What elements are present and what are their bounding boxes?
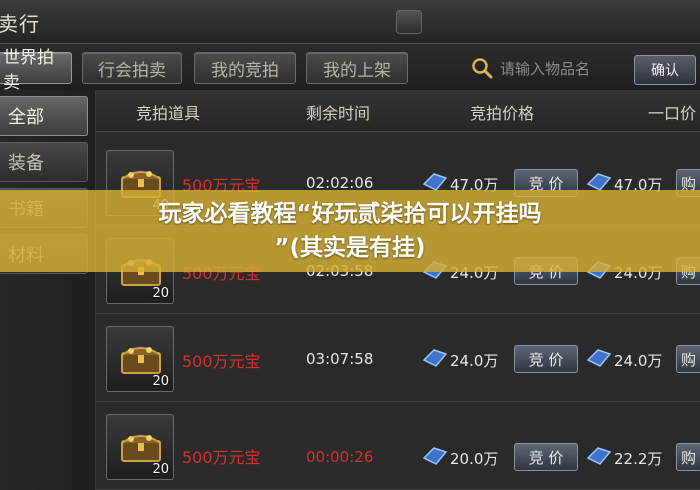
time-remaining: 00:00:26	[306, 448, 374, 466]
buyout-price: 24.0万	[614, 352, 663, 370]
column-time-left: 剩余时间	[306, 104, 371, 123]
treasure-chest-icon	[121, 435, 161, 462]
item-quantity: 20	[152, 286, 169, 301]
item-slot[interactable]: 20	[106, 414, 174, 480]
buyout-button[interactable]: 购	[676, 443, 700, 471]
buyout-price: 22.2万	[614, 450, 663, 468]
bid-price: 24.0万	[450, 352, 499, 370]
table-row[interactable]: 20 500万元宝 03:07:58 24.0万 竞 价 24.0万 购	[96, 314, 700, 402]
item-slot[interactable]: 20	[106, 326, 174, 392]
bid-price: 20.0万	[450, 450, 499, 468]
tab-my-listings[interactable]: 我的上架	[306, 52, 408, 84]
item-name: 500万元宝	[182, 448, 261, 467]
tab-guild-auction[interactable]: 行会拍卖	[82, 52, 182, 84]
diamond-currency-icon	[422, 173, 448, 191]
confirm-button[interactable]: 确认	[634, 55, 696, 85]
bid-button[interactable]: 竞 价	[514, 345, 578, 373]
diamond-currency-icon	[586, 173, 612, 191]
diamond-currency-icon	[422, 349, 448, 367]
tab-my-bids[interactable]: 我的竞拍	[194, 52, 296, 84]
auction-table: 竞拍道具 剩余时间 竞拍价格 一口价 40 500万元宝 02:02:06 47…	[96, 90, 700, 490]
treasure-chest-icon	[121, 347, 161, 374]
column-buyout: 一口价	[648, 104, 697, 123]
title-ornament	[396, 10, 422, 34]
buyout-button[interactable]: 购	[676, 345, 700, 373]
search-input[interactable]	[500, 56, 626, 82]
search-icon[interactable]	[470, 56, 494, 80]
item-name: 500万元宝	[182, 352, 261, 371]
article-title-banner: 玩家必看教程“好玩贰柒拾可以开挂吗 ”(其实是有挂)	[0, 190, 700, 272]
column-bid-price: 竞拍价格	[470, 104, 535, 123]
category-all[interactable]: 全部	[0, 96, 88, 136]
category-sidebar: 全部 装备 书籍 材料	[0, 90, 96, 490]
tab-world-auction[interactable]: 世界拍卖	[0, 48, 72, 93]
diamond-currency-icon	[586, 447, 612, 465]
table-row[interactable]: 20 500万元宝 00:00:26 20.0万 竞 价 22.2万 购	[96, 402, 700, 490]
title-bar: 卖行	[0, 0, 700, 44]
banner-line-1: 玩家必看教程“好玩贰柒拾可以开挂吗	[158, 201, 542, 227]
table-header: 竞拍道具 剩余时间 竞拍价格 一口价	[96, 90, 700, 132]
column-item: 竞拍道具	[136, 104, 201, 123]
diamond-currency-icon	[586, 349, 612, 367]
diamond-currency-icon	[422, 447, 448, 465]
item-quantity: 20	[152, 374, 169, 389]
category-equipment[interactable]: 装备	[0, 142, 88, 182]
banner-line-2: ”(其实是有挂)	[274, 235, 426, 261]
time-remaining: 03:07:58	[306, 350, 374, 368]
window-title: 卖行	[0, 12, 40, 36]
item-quantity: 20	[152, 462, 169, 477]
bid-button[interactable]: 竞 价	[514, 443, 578, 471]
